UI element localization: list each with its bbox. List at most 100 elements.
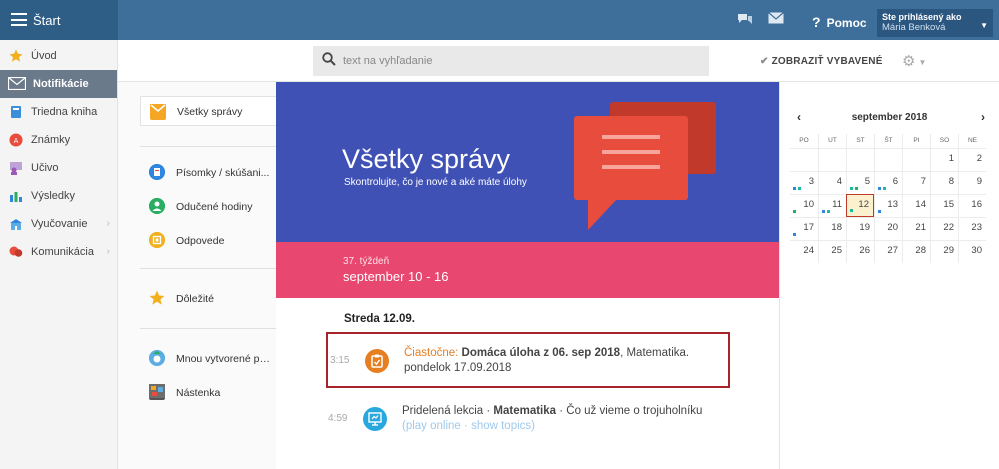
calendar-empty-cell: [874, 148, 902, 171]
calendar-day[interactable]: 10: [790, 194, 818, 217]
page-subtitle: Skontrolujte, čo je nové a aké máte úloh…: [344, 177, 527, 188]
divider: [140, 328, 276, 329]
calendar-day[interactable]: 20: [874, 217, 902, 240]
chat-icon: [9, 245, 23, 259]
calendar-day[interactable]: 8: [930, 171, 958, 194]
user-menu[interactable]: Ste prihlásený ako Mária Benková ▼: [877, 9, 993, 37]
mail-icon[interactable]: [768, 12, 784, 28]
category-important[interactable]: Dôležité: [140, 284, 276, 314]
calendar-day[interactable]: 29: [930, 240, 958, 263]
calendar-day[interactable]: 26: [846, 240, 874, 263]
category-answers[interactable]: Odpovede: [140, 226, 276, 256]
chevron-right-icon: ›: [106, 218, 110, 229]
show-topics-link[interactable]: show topics): [471, 420, 535, 432]
gear-icon: ⚙: [902, 53, 916, 70]
help-button[interactable]: ? Pomoc: [812, 14, 867, 30]
message-title[interactable]: Pridelená lekcia · Matematika · Čo už vi…: [402, 405, 702, 417]
calendar-day[interactable]: 30: [958, 240, 986, 263]
chat-bubbles-icon[interactable]: [737, 12, 753, 31]
category-label: Mnou vytvorené prí...: [176, 353, 270, 365]
calendar-next-button[interactable]: ›: [981, 110, 985, 124]
event-marker: [793, 233, 796, 236]
message-time: 4:59: [328, 413, 348, 424]
category-board[interactable]: Nástenka: [140, 378, 276, 408]
play-online-link[interactable]: (play online: [402, 420, 461, 432]
calendar-empty-cell: [818, 148, 846, 171]
calendar-day[interactable]: 9: [958, 171, 986, 194]
tests-icon: [149, 164, 165, 180]
sidebar-item-vyucovanie[interactable]: Vyučovanie ›: [0, 210, 117, 238]
show-selected-button[interactable]: ✔ ZOBRAZIŤ VYBAVENÉ: [760, 56, 883, 67]
user-logged-in-label: Ste prihlásený ako: [882, 12, 962, 22]
user-name: Mária Benková: [882, 22, 946, 33]
message-rest: , Matematika.: [620, 347, 690, 359]
calendar-weekday: NE: [958, 134, 986, 148]
start-label[interactable]: Štart: [33, 13, 60, 28]
show-selected-label: ZOBRAZIŤ VYBAVENÉ: [771, 56, 883, 67]
sidebar-item-triedna-kniha[interactable]: Triedna kniha: [0, 98, 117, 126]
sidebar-item-uvod[interactable]: Úvod: [0, 42, 117, 70]
book-icon: [9, 105, 23, 119]
calendar-day[interactable]: 2: [958, 148, 986, 171]
calendar-day[interactable]: 11: [818, 194, 846, 217]
user-menu-caret-icon[interactable]: ▼: [980, 21, 988, 30]
event-marker: [793, 187, 801, 190]
calendar-day[interactable]: 15: [930, 194, 958, 217]
divider: [140, 268, 276, 269]
calendar-day[interactable]: 4: [818, 171, 846, 194]
calendar-day[interactable]: 13: [874, 194, 902, 217]
bar-chart-icon: [9, 189, 23, 203]
calendar-day[interactable]: 28: [902, 240, 930, 263]
sidebar-item-label: Úvod: [31, 50, 57, 62]
calendar-weekday: SO: [930, 134, 958, 148]
start-block[interactable]: Štart: [0, 0, 118, 40]
category-lessons[interactable]: Odučené hodiny: [140, 192, 276, 222]
message-item-lesson[interactable]: 4:59 Pridelená lekcia · Matematika · Čo …: [326, 392, 730, 448]
settings-button[interactable]: ⚙ ▼: [902, 52, 926, 70]
speech-bubbles-icon: [574, 102, 716, 230]
sidebar-item-znamky[interactable]: A Známky: [0, 126, 117, 154]
message-subject: Matematika: [493, 405, 557, 417]
message-title[interactable]: Čiastočne: Domáca úloha z 06. sep 2018, …: [404, 347, 689, 359]
calendar-day[interactable]: 6: [874, 171, 902, 194]
calendar-day[interactable]: 27: [874, 240, 902, 263]
category-tests[interactable]: Písomky / skúšani...: [140, 158, 276, 188]
lesson-icon: [363, 407, 387, 431]
calendar-day[interactable]: 18: [818, 217, 846, 240]
help-question-icon: ?: [812, 14, 821, 30]
star-icon: [149, 290, 165, 306]
calendar-day[interactable]: 19: [846, 217, 874, 240]
calendar-day[interactable]: 25: [818, 240, 846, 263]
calendar-day[interactable]: 5: [846, 171, 874, 194]
sidebar-item-ucivo[interactable]: Učivo: [0, 154, 117, 182]
message-rest: · Čo už vieme o trojuholníku: [556, 405, 703, 417]
message-item-homework[interactable]: 3:15 Čiastočne: Domáca úloha z 06. sep 2…: [326, 332, 730, 388]
calendar-day[interactable]: 1: [930, 148, 958, 171]
calendar-day[interactable]: 3: [790, 171, 818, 194]
sidebar-item-vysledky[interactable]: Výsledky: [0, 182, 117, 210]
calendar-day[interactable]: 22: [930, 217, 958, 240]
calendar-day[interactable]: 12: [846, 194, 874, 217]
calendar-weekday: ŠT: [874, 134, 902, 148]
calendar-grid: PO UT ST ŠT PI SO NE 1 2 3 4 5 6 7 8 9 10 11 12 13 14 15 16 17 1…: [790, 134, 986, 263]
top-bar: Štart ? Pomoc Ste prihlásený ako Mária Be…: [0, 0, 999, 40]
event-marker: [878, 210, 881, 213]
page-title: Všetky správy: [342, 144, 511, 174]
search-field[interactable]: text na vyhľadanie: [313, 46, 709, 76]
category-mine[interactable]: Mnou vytvorené prí...: [140, 344, 276, 374]
category-label: Písomky / skúšani...: [176, 167, 270, 179]
hamburger-menu-icon[interactable]: [11, 13, 27, 26]
calendar-day[interactable]: 21: [902, 217, 930, 240]
sidebar-item-label: Notifikácie: [33, 78, 89, 90]
sidebar-item-komunikacia[interactable]: Komunikácia ›: [0, 238, 117, 266]
search-input[interactable]: text na vyhľadanie: [343, 55, 432, 67]
calendar: ‹ september 2018 › PO UT ST ŠT PI SO NE 1 2 3 4 5 6 7…: [779, 82, 999, 469]
calendar-day[interactable]: 16: [958, 194, 986, 217]
sidebar-item-notifikacie[interactable]: Notifikácie: [0, 70, 117, 98]
category-all-messages[interactable]: Všetky správy: [140, 96, 283, 126]
calendar-day[interactable]: 17: [790, 217, 818, 240]
calendar-day[interactable]: 23: [958, 217, 986, 240]
calendar-day[interactable]: 7: [902, 171, 930, 194]
calendar-day[interactable]: 24: [790, 240, 818, 263]
calendar-day[interactable]: 14: [902, 194, 930, 217]
